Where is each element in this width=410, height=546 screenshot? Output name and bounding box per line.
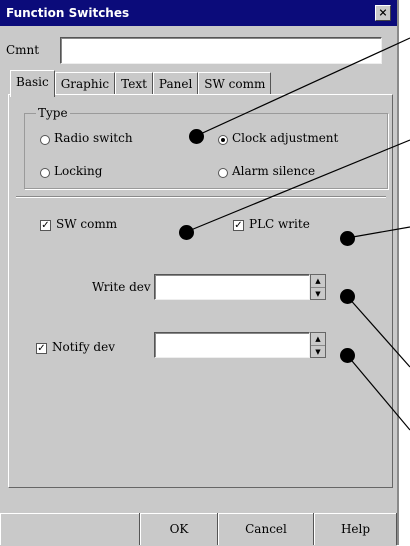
callout-dot <box>179 225 194 240</box>
callout-dot <box>340 289 355 304</box>
callout-line <box>346 354 410 431</box>
callout-dot <box>340 231 355 246</box>
type-group-title: Type <box>36 106 70 120</box>
tab-basic[interactable]: Basic <box>10 70 55 97</box>
callout-line <box>346 295 410 368</box>
callout-dot <box>189 129 204 144</box>
callout-line <box>195 37 410 137</box>
callout-lines <box>185 37 410 431</box>
callout-dot <box>340 348 355 363</box>
callout-line <box>185 139 410 233</box>
callout-line <box>346 226 410 239</box>
